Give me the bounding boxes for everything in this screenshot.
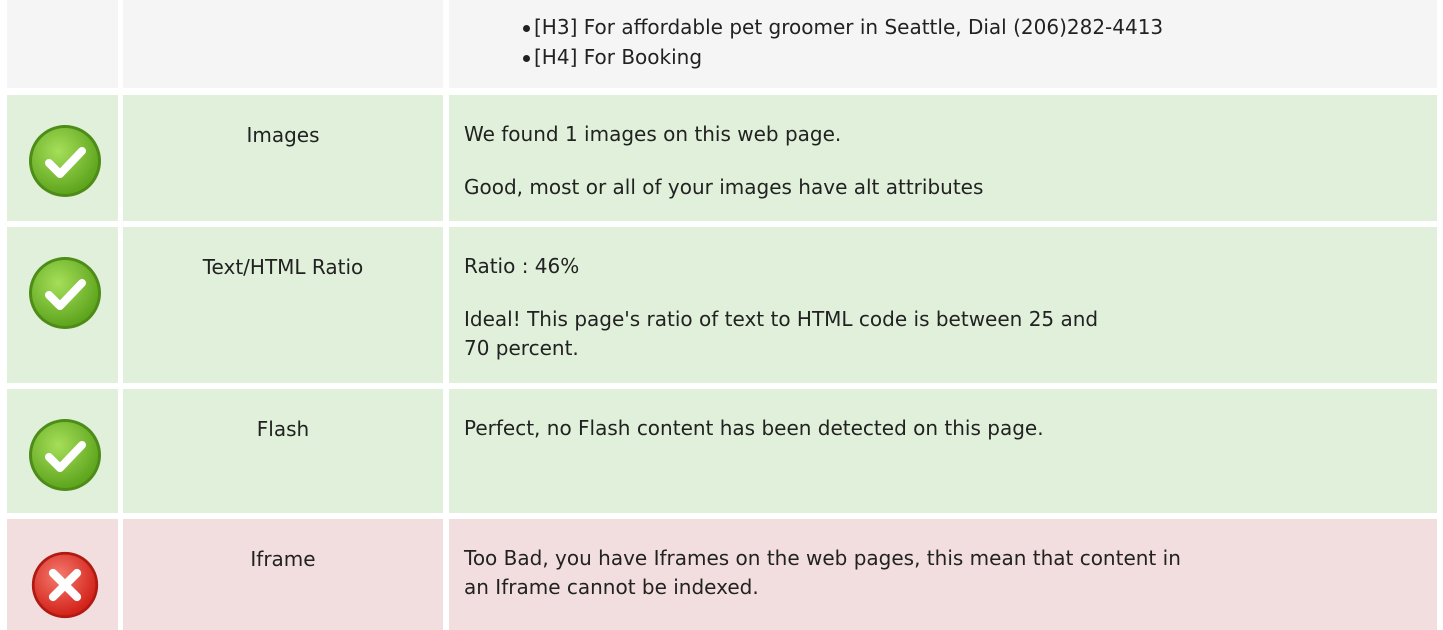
row-label: Text/HTML Ratio [202, 255, 364, 279]
row-description: Perfect, no Flash content has been detec… [464, 416, 1044, 440]
flash-label-cell: Flash [123, 389, 443, 513]
images-desc-cell: We found 1 images on this web page. Good… [449, 95, 1437, 221]
row-description: We found 1 images on this web page. [464, 122, 842, 146]
images-icon-cell [7, 95, 118, 221]
iframe-label-cell: Iframe [123, 519, 443, 630]
ratio-label-cell: Text/HTML Ratio [123, 227, 443, 383]
row-label: Iframe [250, 547, 316, 571]
headings-label-cell [123, 0, 443, 88]
headings-list: [H3] For affordable pet groomer in Seatt… [449, 0, 1437, 72]
headings-desc-cell: [H3] For affordable pet groomer in Seatt… [449, 0, 1437, 88]
headings-row: [H3] For affordable pet groomer in Seatt… [0, 0, 1443, 88]
heading-item: [H3] For affordable pet groomer in Seatt… [523, 12, 1437, 42]
ratio-desc-cell: Ratio : 46% Ideal! This page's ratio of … [449, 227, 1437, 383]
images-row: Images We found 1 images on this web pag… [0, 95, 1443, 221]
heading-item: [H4] For Booking [523, 42, 1437, 72]
seo-report-table: [H3] For affordable pet groomer in Seatt… [0, 0, 1443, 630]
ratio-icon-cell [7, 227, 118, 383]
text-html-ratio-row: Text/HTML Ratio Ratio : 46% Ideal! This … [0, 227, 1443, 383]
iframe-row: Iframe Too Bad, you have Iframes on the … [0, 519, 1443, 630]
row-label: Images [246, 123, 320, 147]
iframe-icon-cell [7, 519, 118, 630]
headings-icon-cell [7, 0, 118, 88]
error-circle-icon [31, 551, 99, 619]
row-description: Too Bad, you have Iframes on the web pag… [464, 546, 1181, 599]
check-circle-icon [29, 125, 101, 197]
iframe-desc-cell: Too Bad, you have Iframes on the web pag… [449, 519, 1437, 630]
flash-desc-cell: Perfect, no Flash content has been detec… [449, 389, 1437, 513]
flash-icon-cell [7, 389, 118, 513]
flash-row: Flash Perfect, no Flash content has been… [0, 389, 1443, 513]
check-circle-icon [29, 257, 101, 329]
images-label-cell: Images [123, 95, 443, 221]
row-description: Good, most or all of your images have al… [464, 175, 984, 199]
row-description: Ideal! This page's ratio of text to HTML… [464, 307, 1099, 360]
check-circle-icon [29, 419, 101, 491]
row-label: Flash [256, 417, 310, 441]
row-description: Ratio : 46% [464, 254, 580, 278]
